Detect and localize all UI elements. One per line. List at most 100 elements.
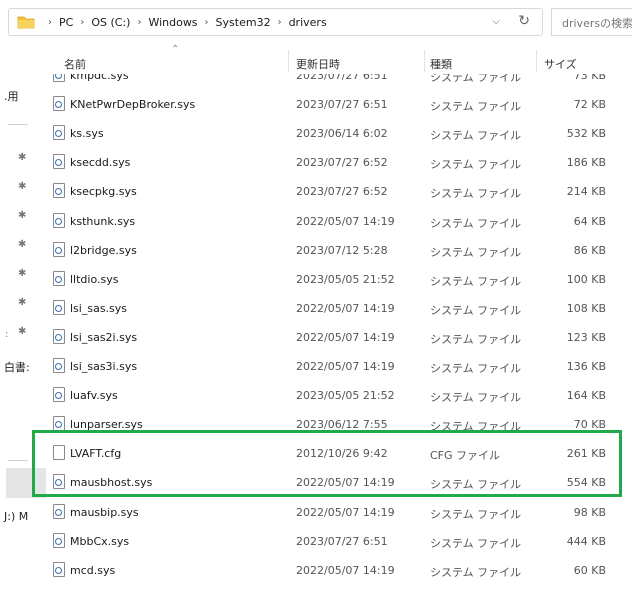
column-header-type[interactable]: 種類: [430, 56, 452, 72]
sys-file-icon: [53, 416, 67, 432]
refresh-icon[interactable]: ↻: [518, 13, 530, 29]
column-header-date[interactable]: 更新日時: [296, 56, 340, 72]
file-type: システム ファイル: [430, 100, 522, 114]
file-row[interactable]: luafv.sys 2023/05/05 21:52 システム ファイル 164 KB: [48, 381, 632, 410]
file-size: 186 KB: [566, 156, 606, 170]
file-date: 2023/07/27 6:51: [296, 74, 388, 82]
file-row[interactable]: KNetPwrDepBroker.sys 2023/07/27 6:51 システム …: [48, 90, 632, 119]
file-name: ksthunk.sys: [70, 214, 136, 228]
file-name: ks.sys: [70, 127, 104, 141]
pin-icon[interactable]: ✱: [18, 152, 26, 163]
folder-icon: [17, 15, 35, 29]
file-date: 2023/07/27 6:52: [296, 156, 388, 170]
nav-item-label[interactable]: .用: [4, 88, 19, 104]
pin-icon[interactable]: ✱: [18, 239, 26, 250]
address-bar[interactable]: › PC › OS (C:) › Windows › System32 › dr…: [8, 8, 543, 36]
pin-icon[interactable]: ✱: [18, 297, 26, 308]
file-name: lsi_sas2i.sys: [70, 330, 138, 344]
file-row[interactable]: LVAFT.cfg 2012/10/26 9:42 CFG ファイル 261 KB: [48, 439, 632, 468]
file-name: ksecdd.sys: [70, 156, 131, 170]
sys-file-icon: [53, 212, 67, 229]
sys-file-icon: [53, 96, 67, 112]
file-row[interactable]: ksecdd.sys 2023/07/27 6:52 システム ファイル 186 KB: [48, 148, 632, 177]
file-size: 64 KB: [573, 214, 606, 228]
nav-item-label[interactable]: 白書:: [4, 359, 30, 375]
breadcrumb-system32[interactable]: System32: [216, 16, 271, 29]
column-divider[interactable]: [424, 50, 425, 72]
file-size: 86 KB: [573, 243, 606, 257]
sys-file-icon: [53, 270, 67, 287]
column-divider[interactable]: [536, 50, 537, 72]
sys-file-icon: [53, 358, 67, 374]
file-date: 2012/10/26 9:42: [296, 447, 388, 461]
file-row[interactable]: l2bridge.sys 2023/07/12 5:28 システム ファイル 86 K…: [48, 236, 632, 265]
file-name: ksecpkg.sys: [70, 185, 137, 199]
file-row[interactable]: mausbhost.sys 2022/05/07 14:19 システム ファイル 55…: [48, 468, 632, 497]
file-date: 2023/07/27 6:51: [296, 98, 388, 112]
file-row[interactable]: lsi_sas.sys 2022/05/07 14:19 システム ファイル 108 …: [48, 294, 632, 323]
file-date: 2023/07/12 5:28: [296, 243, 388, 257]
sys-file-icon: [53, 125, 67, 141]
breadcrumb: › PC › OS (C:) › Windows › System32 › dr…: [41, 16, 327, 29]
file-name: lltdio.sys: [70, 272, 119, 286]
pin-icon[interactable]: ✱: [18, 268, 26, 279]
file-size: 100 KB: [566, 272, 606, 286]
file-name: lsi_sas.sys: [70, 301, 128, 315]
file-date: 2022/05/07 14:19: [296, 214, 395, 228]
search-input[interactable]: driversの検索: [551, 8, 632, 36]
column-header-size[interactable]: サイズ: [544, 56, 577, 72]
pin-icon[interactable]: ✱: [18, 181, 26, 192]
file-name: lunparser.sys: [70, 418, 143, 432]
file-row[interactable]: lltdio.sys 2023/05/05 21:52 システム ファイル 100 K…: [48, 265, 632, 294]
file-size: 98 KB: [573, 505, 606, 519]
file-type: CFG ファイル: [430, 449, 501, 463]
file-size: 70 KB: [573, 418, 606, 432]
sys-file-icon: [53, 532, 67, 549]
file-type: システム ファイル: [430, 536, 522, 550]
file-size: 444 KB: [566, 534, 606, 548]
sys-file-icon: [53, 299, 67, 316]
nav-selected-item[interactable]: [6, 468, 46, 498]
file-date: 2022/05/07 14:19: [296, 563, 395, 577]
breadcrumb-chevron-icon: ›: [137, 16, 142, 28]
file-row[interactable]: MbbCx.sys 2023/07/27 6:51 システム ファイル 444 KB: [48, 527, 632, 556]
file-date: 2023/07/27 6:52: [296, 185, 388, 199]
file-row[interactable]: ksthunk.sys 2022/05/07 14:19 システム ファイル 64 K…: [48, 207, 632, 236]
file-row[interactable]: ks.sys 2023/06/14 6:02 システム ファイル 532 KB: [48, 119, 632, 148]
file-type: システム ファイル: [430, 420, 522, 434]
column-header-name[interactable]: 名前: [64, 56, 86, 72]
file-row[interactable]: mausbip.sys 2022/05/07 14:19 システム ファイル 98 K…: [48, 498, 632, 527]
file-list: kmpdc.sys 2023/07/27 6:51 システム ファイル 73 KB KN…: [48, 74, 632, 597]
file-name: mausbip.sys: [70, 505, 139, 519]
file-row[interactable]: lsi_sas3i.sys 2022/05/07 14:19 システム ファイル 13…: [48, 352, 632, 381]
file-row[interactable]: lunparser.sys 2023/06/12 7:55 システム ファイル 70 …: [48, 410, 632, 439]
breadcrumb-drivers[interactable]: drivers: [289, 16, 327, 29]
history-dropdown-icon[interactable]: ⌵: [492, 16, 500, 27]
breadcrumb-chevron-icon: ›: [80, 16, 85, 28]
pin-icon[interactable]: ✱: [18, 326, 26, 337]
breadcrumb-chevron-icon: ›: [277, 16, 282, 28]
file-type: システム ファイル: [430, 158, 522, 172]
file-row[interactable]: lsi_sas2i.sys 2022/05/07 14:19 システム ファイル 12…: [48, 323, 632, 352]
column-divider[interactable]: [288, 50, 289, 72]
file-type: システム ファイル: [430, 507, 522, 521]
file-size: 60 KB: [573, 563, 606, 577]
breadcrumb-os-c[interactable]: OS (C:): [91, 16, 130, 29]
file-name: MbbCx.sys: [70, 534, 130, 548]
file-name: mausbhost.sys: [70, 476, 153, 490]
pin-icon[interactable]: ✱: [18, 210, 26, 221]
nav-item-label[interactable]: J:) M: [4, 510, 28, 523]
file-row[interactable]: kmpdc.sys 2023/07/27 6:51 システム ファイル 73 KB: [48, 74, 632, 90]
file-row[interactable]: ksecpkg.sys 2023/07/27 6:52 システム ファイル 214 K…: [48, 177, 632, 206]
file-date: 2023/05/05 21:52: [296, 272, 395, 286]
breadcrumb-chevron-icon: ›: [204, 16, 209, 28]
file-row[interactable]: mcd.sys 2022/05/07 14:19 システム ファイル 60 KB: [48, 556, 632, 585]
file-type: システム ファイル: [430, 362, 522, 375]
breadcrumb-windows[interactable]: Windows: [148, 16, 197, 29]
file-type: システム ファイル: [430, 274, 522, 288]
file-date: 2022/05/07 14:19: [296, 505, 395, 519]
breadcrumb-pc[interactable]: PC: [59, 16, 73, 29]
file-type: システム ファイル: [430, 391, 522, 405]
file-size: 214 KB: [566, 185, 606, 199]
sys-file-icon: [53, 74, 67, 83]
